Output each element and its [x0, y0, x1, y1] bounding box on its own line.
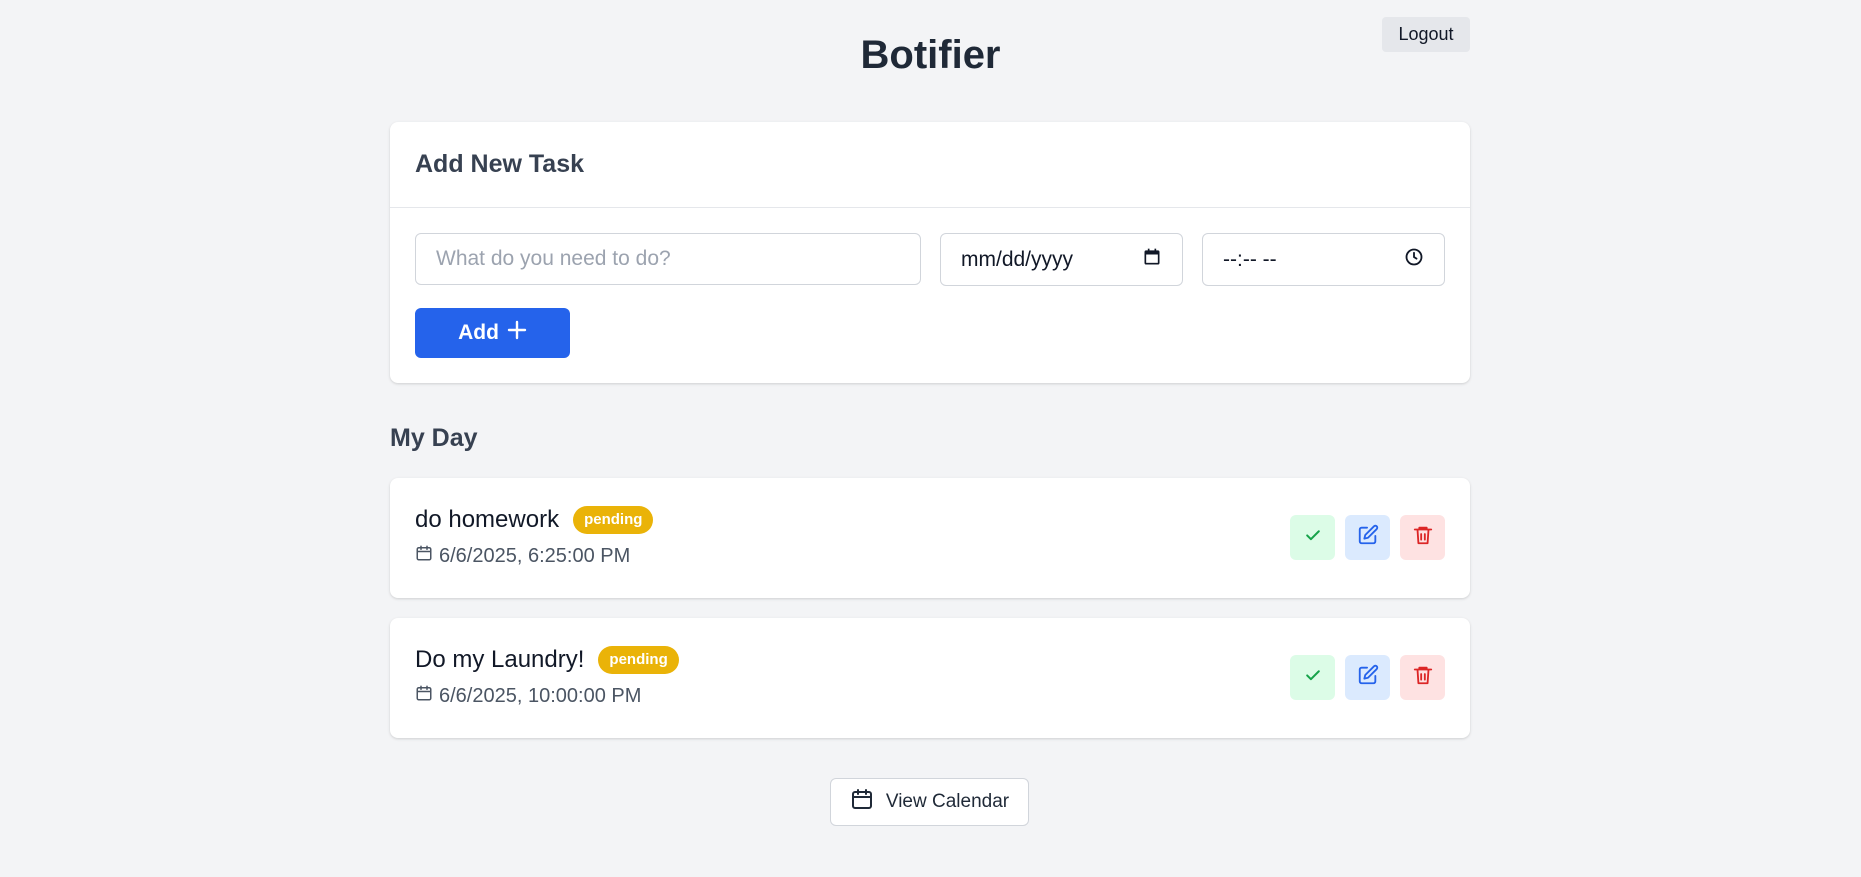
add-task-card: Add New Task What do you need to do? mm/… [390, 122, 1470, 383]
time-input-placeholder: --:-- -- [1223, 247, 1277, 271]
trash-icon [1412, 524, 1434, 551]
task-date-row: 6/6/2025, 6:25:00 PM [415, 544, 653, 568]
delete-button[interactable] [1400, 655, 1445, 700]
clock-icon[interactable] [1404, 247, 1424, 273]
check-icon [1303, 665, 1323, 690]
edit-button[interactable] [1345, 655, 1390, 700]
task-info: do homework pending 6/6/2025, 6:25:00 PM [415, 506, 654, 568]
task-input[interactable]: What do you need to do? [415, 233, 921, 285]
add-button-label: Add [458, 321, 499, 344]
task-info: Do my Laundry! pending 6/6/2025, 10:00:0… [415, 646, 679, 708]
delete-button[interactable] [1400, 515, 1445, 560]
time-input[interactable]: --:-- -- [1202, 233, 1445, 286]
app-page: Logout Botifier Add New Task What do you… [0, 0, 1861, 877]
date-input[interactable]: mm/dd/yyyy [940, 233, 1183, 286]
calendar-icon [415, 544, 433, 568]
check-icon [1303, 525, 1323, 550]
calendar-icon [415, 684, 433, 708]
status-badge: pending [573, 506, 654, 534]
edit-icon [1357, 524, 1379, 551]
complete-button[interactable] [1290, 655, 1335, 700]
status-badge: pending [598, 646, 679, 674]
task-date-row: 6/6/2025, 10:00:00 PM [415, 684, 679, 708]
calendar-icon[interactable] [1142, 247, 1162, 273]
plus-icon [507, 320, 527, 346]
my-day-heading: My Day [390, 424, 478, 452]
task-datetime: 6/6/2025, 6:25:00 PM [439, 544, 631, 567]
task-datetime: 6/6/2025, 10:00:00 PM [439, 684, 642, 707]
task-actions [1290, 655, 1445, 700]
task-input-placeholder: What do you need to do? [436, 247, 671, 270]
task-card: Do my Laundry! pending 6/6/2025, 10:00:0… [390, 618, 1470, 738]
edit-button[interactable] [1345, 515, 1390, 560]
task-title: Do my Laundry! [415, 646, 585, 673]
task-title-row: do homework pending [415, 506, 654, 534]
date-input-placeholder: mm/dd/yyyy [961, 247, 1074, 271]
task-title: do homework [415, 506, 560, 533]
task-title-row: Do my Laundry! pending [415, 646, 679, 674]
task-actions [1290, 515, 1445, 560]
complete-button[interactable] [1290, 515, 1335, 560]
trash-icon [1412, 664, 1434, 691]
calendar-icon [850, 787, 874, 817]
edit-icon [1357, 664, 1379, 691]
task-card: do homework pending 6/6/2025, 6:25:00 PM [390, 478, 1470, 598]
view-calendar-label: View Calendar [885, 791, 1010, 812]
add-task-button[interactable]: Add [415, 308, 570, 358]
app-title: Botifier [860, 33, 1001, 77]
view-calendar-button[interactable]: View Calendar [830, 778, 1029, 826]
add-task-heading: Add New Task [390, 122, 1470, 208]
